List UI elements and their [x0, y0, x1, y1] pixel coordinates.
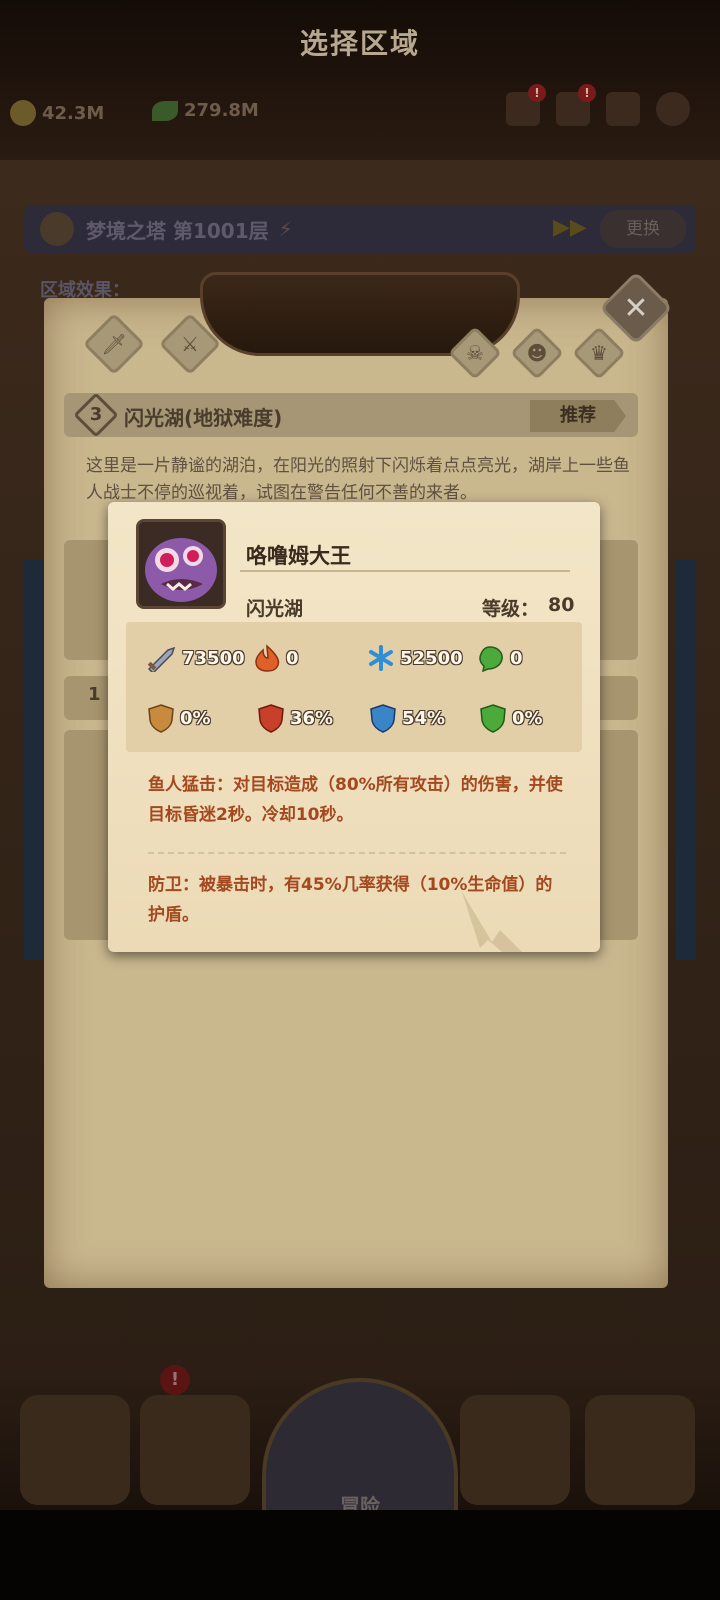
shield-fire-icon	[258, 704, 284, 733]
background-side-left	[24, 560, 44, 960]
tower-icon	[40, 212, 74, 246]
change-button[interactable]: 更换	[600, 210, 686, 248]
recommend-badge: 推荐	[530, 400, 626, 432]
stat-fire: 0	[252, 644, 299, 672]
stat-poison-res: 0%	[478, 703, 543, 733]
leaf-icon	[152, 100, 178, 121]
stat-attack: 73500	[146, 644, 245, 672]
sword-icon: 🗡	[101, 332, 127, 356]
region-description: 这里是一片静谧的湖泊，在阳光的照射下闪烁着点点亮光，湖岸上一些鱼人战士不停的巡视…	[86, 456, 630, 503]
boss-level-label: 等级：	[482, 598, 540, 620]
divider	[240, 570, 570, 572]
skill-divider	[148, 852, 566, 854]
shield-ice-icon	[370, 704, 396, 733]
demon-icon: ☻	[526, 341, 548, 365]
system-bar	[0, 1510, 720, 1600]
skull-icon: ☠	[466, 341, 484, 365]
background-side-right	[676, 560, 696, 960]
leaf-resource: 279.8M	[152, 100, 259, 121]
region-number: 3	[89, 404, 103, 425]
top-icons: ! !	[506, 84, 690, 126]
leaf-amount: 279.8M	[184, 100, 259, 121]
gold-resource: 42.3M	[10, 100, 104, 126]
chat-icon[interactable]: !	[556, 84, 596, 126]
nav-guild-button[interactable]	[460, 1395, 570, 1505]
stat-fire-res: 36%	[256, 703, 333, 733]
tear-decoration	[462, 892, 522, 952]
close-icon[interactable]: ✕	[610, 286, 662, 338]
crown-skull-icon: ♛	[590, 341, 608, 365]
sword-icon	[147, 646, 176, 672]
swap-icon[interactable]: ⚡	[279, 217, 293, 241]
poison-icon	[479, 646, 503, 672]
mail-icon[interactable]	[606, 92, 640, 126]
stat-ice-res: 54%	[368, 703, 445, 733]
crossed-swords-icon: ⚔	[181, 332, 199, 356]
nav-town-button[interactable]	[20, 1395, 130, 1505]
tower-title: 梦境之塔 第1001层	[86, 218, 269, 243]
region-number-2: 1	[88, 684, 101, 705]
panel-title: 选择区域	[299, 27, 420, 60]
region-name: 闪光湖(地狱难度)	[124, 406, 283, 430]
gold-amount: 42.3M	[42, 102, 105, 124]
stat-phys-res: 0%	[146, 703, 211, 733]
boss-region: 闪光湖	[246, 598, 304, 620]
nav-tavern-button[interactable]	[140, 1395, 250, 1505]
tower-header: 梦境之塔 第1001层 ⚡	[24, 205, 696, 253]
event-icon[interactable]: !	[506, 84, 546, 126]
stat-poison: 0	[476, 644, 523, 672]
shield-poison-icon	[480, 704, 506, 733]
nav-shop-button[interactable]	[585, 1395, 695, 1505]
stat-ice: 52500	[366, 644, 463, 672]
boss-name: 咯噜姆大王	[246, 544, 351, 568]
fast-forward-icon[interactable]: ▶▶	[553, 215, 587, 240]
ice-icon	[369, 645, 393, 671]
skill-description-1: 鱼人猛击：对目标造成（80%所有攻击）的伤害，并使目标昏迷2秒。冷却10秒。	[148, 775, 563, 825]
gear-icon[interactable]	[656, 92, 690, 126]
boss-portrait	[136, 519, 226, 609]
shield-physical-icon	[148, 704, 174, 733]
alert-badge: !	[160, 1365, 190, 1395]
fire-icon	[255, 644, 280, 672]
coin-icon	[10, 100, 36, 126]
boss-level: 80	[548, 594, 575, 616]
